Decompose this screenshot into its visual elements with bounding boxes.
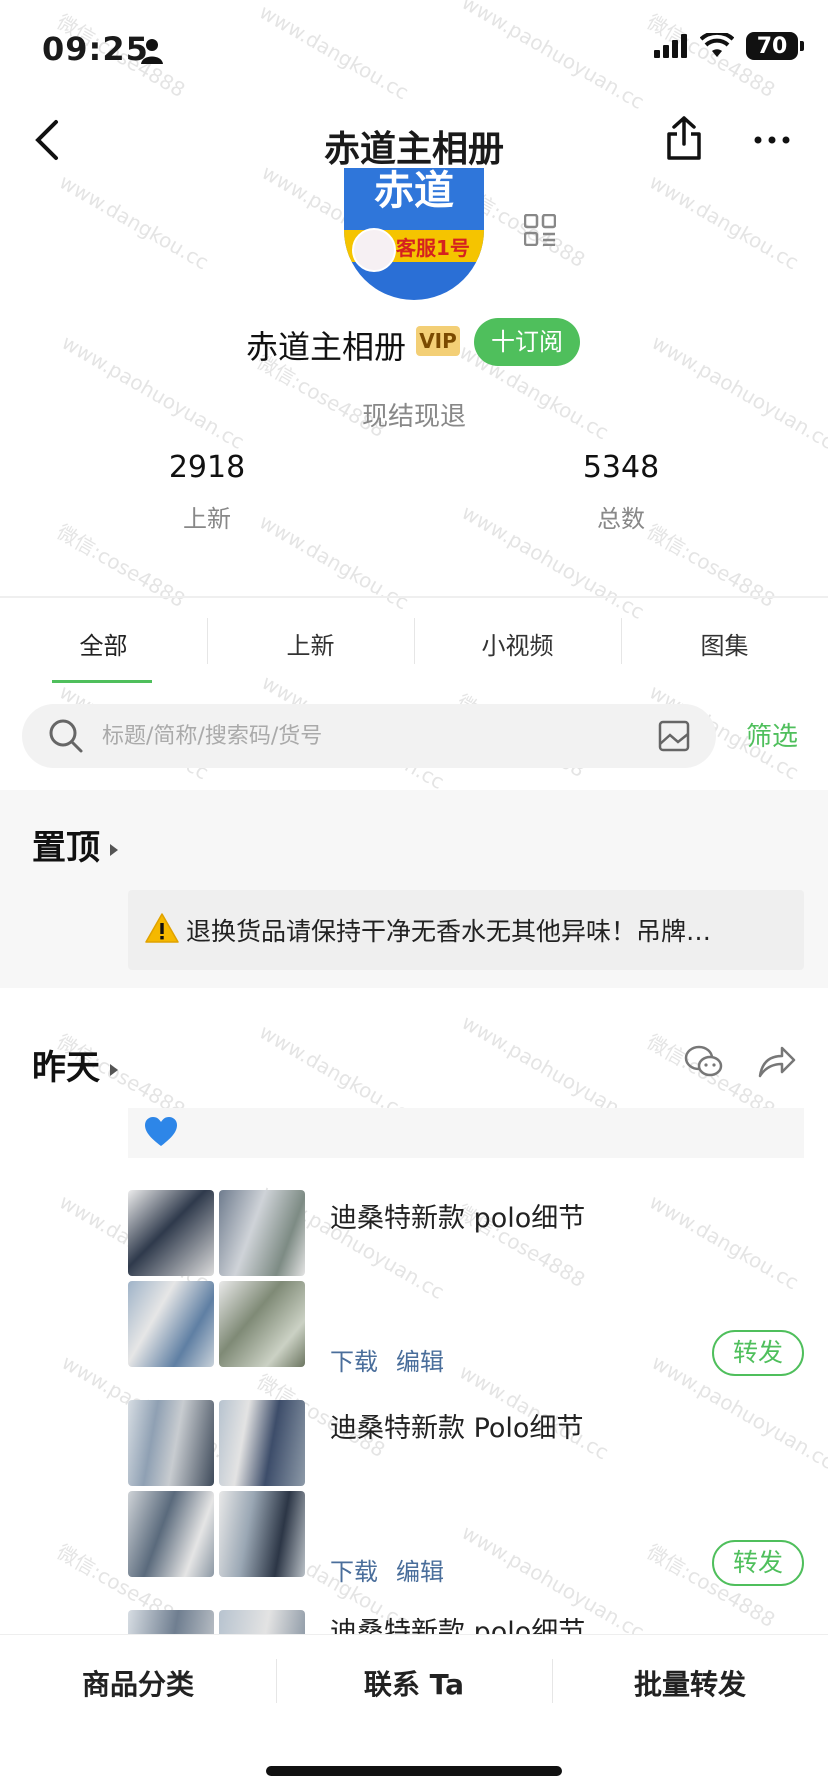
pinned-section: 置顶 退换货品请保持干净无香水无其他异味！吊牌…	[0, 790, 828, 988]
search-icon	[49, 719, 83, 753]
notice-text: 退换货品请保持干净无香水无其他异味！吊牌…	[186, 917, 712, 946]
product-thumbnail[interactable]	[128, 1281, 214, 1367]
subscribe-button[interactable]: 十订阅	[474, 318, 580, 366]
avatar-label: 客服1号	[396, 236, 470, 260]
signal-icon	[654, 34, 687, 58]
stat-total[interactable]: 5348 总数	[521, 450, 721, 534]
stat-label: 上新	[183, 505, 231, 533]
more-icon[interactable]	[750, 118, 794, 162]
status-time: 09:25	[42, 30, 149, 68]
edit-link[interactable]: 编辑	[396, 1342, 444, 1377]
product-thumbnail[interactable]	[128, 1190, 214, 1276]
watermark-text: www.paohuoyuan.cc	[457, 0, 649, 114]
watermark-text: www.dangkou.cc	[645, 169, 803, 275]
qr-code-icon[interactable]	[524, 214, 556, 246]
list-item[interactable]: 迪桑特新款 polo细节 下载 编辑 转发	[128, 1190, 804, 1376]
edit-link[interactable]: 编辑	[396, 1552, 444, 1587]
batch-forward-button[interactable]: 批量转发	[552, 1663, 828, 1703]
watermark-text: www.dangkou.cc	[55, 169, 213, 275]
yesterday-header[interactable]: 昨天	[32, 1040, 118, 1089]
stat-label: 总数	[597, 505, 645, 533]
wechat-icon[interactable]	[684, 1044, 724, 1080]
blue-heart-icon	[145, 1117, 177, 1146]
tab-gallery[interactable]: 图集	[621, 626, 828, 661]
item-title: 迪桑特新款 polo细节	[330, 1203, 586, 1234]
avatar[interactable]: 赤道 客服1号	[344, 168, 484, 300]
tab-active-indicator	[52, 680, 152, 683]
tab-new[interactable]: 上新	[207, 626, 414, 661]
item-title: 迪桑特新款 polo细节	[330, 1617, 586, 1634]
stat-value: 2918	[168, 450, 246, 485]
divider	[0, 596, 828, 598]
download-link[interactable]: 下载	[330, 1552, 378, 1587]
bunny-icon	[352, 228, 396, 272]
profile-motto: 现结现退	[361, 402, 466, 432]
product-thumbnail[interactable]	[128, 1491, 214, 1577]
product-thumbnail[interactable]	[128, 1400, 214, 1486]
forward-button[interactable]: 转发	[712, 1330, 804, 1376]
contact-button[interactable]: 联系 Ta	[276, 1663, 552, 1703]
filter-button[interactable]: 筛选	[746, 716, 798, 753]
product-thumbnail[interactable]	[128, 1610, 214, 1634]
pinned-title: 置顶	[32, 828, 100, 868]
caret-right-icon	[110, 843, 118, 856]
watermark-text: www.dangkou.cc	[255, 0, 413, 105]
avatar-logo-text: 赤道	[344, 168, 484, 230]
search-input[interactable]	[102, 704, 622, 768]
stat-new[interactable]: 2918 上新	[107, 450, 307, 534]
post-emoji-row	[128, 1108, 804, 1158]
wifi-icon	[700, 33, 734, 57]
battery-indicator: 70	[746, 32, 804, 60]
tab-all[interactable]: 全部	[0, 626, 207, 661]
album-screen: { "status": {"time": "09:25", "battery":…	[0, 0, 828, 1792]
vip-badge: VIP	[416, 326, 460, 356]
image-search-icon[interactable]	[658, 720, 690, 752]
forward-arrow-icon[interactable]	[756, 1044, 796, 1080]
tab-bar: 全部 上新 小视频 图集	[0, 610, 828, 690]
product-thumbnail[interactable]	[219, 1400, 305, 1486]
list-item[interactable]: 迪桑特新款 Polo细节 下载 编辑 转发	[128, 1400, 804, 1586]
item-title: 迪桑特新款 Polo细节	[330, 1413, 584, 1444]
search-bar	[22, 704, 716, 768]
warning-icon	[145, 913, 179, 943]
profile-name: 赤道主相册	[246, 328, 407, 366]
yesterday-title: 昨天	[32, 1048, 100, 1088]
forward-button[interactable]: 转发	[712, 1540, 804, 1586]
product-thumbnail[interactable]	[219, 1281, 305, 1367]
home-indicator	[266, 1766, 562, 1776]
tab-short-video[interactable]: 小视频	[414, 626, 621, 661]
caret-right-icon	[110, 1063, 118, 1076]
pinned-header[interactable]: 置顶	[32, 820, 118, 869]
profile-row: 赤道主相册 VIP 十订阅	[0, 318, 828, 366]
status-indicators: 70	[654, 32, 804, 60]
stat-value: 5348	[582, 450, 660, 485]
product-thumbnail[interactable]	[219, 1190, 305, 1276]
pinned-notice[interactable]: 退换货品请保持干净无香水无其他异味！吊牌…	[128, 890, 804, 970]
share-icon[interactable]	[664, 114, 704, 162]
download-link[interactable]: 下载	[330, 1342, 378, 1377]
person-icon	[141, 39, 163, 64]
category-button[interactable]: 商品分类	[0, 1663, 276, 1703]
list-item[interactable]: 迪桑特新款 polo细节	[128, 1610, 804, 1634]
product-thumbnail[interactable]	[219, 1491, 305, 1577]
product-thumbnail[interactable]	[219, 1610, 305, 1634]
